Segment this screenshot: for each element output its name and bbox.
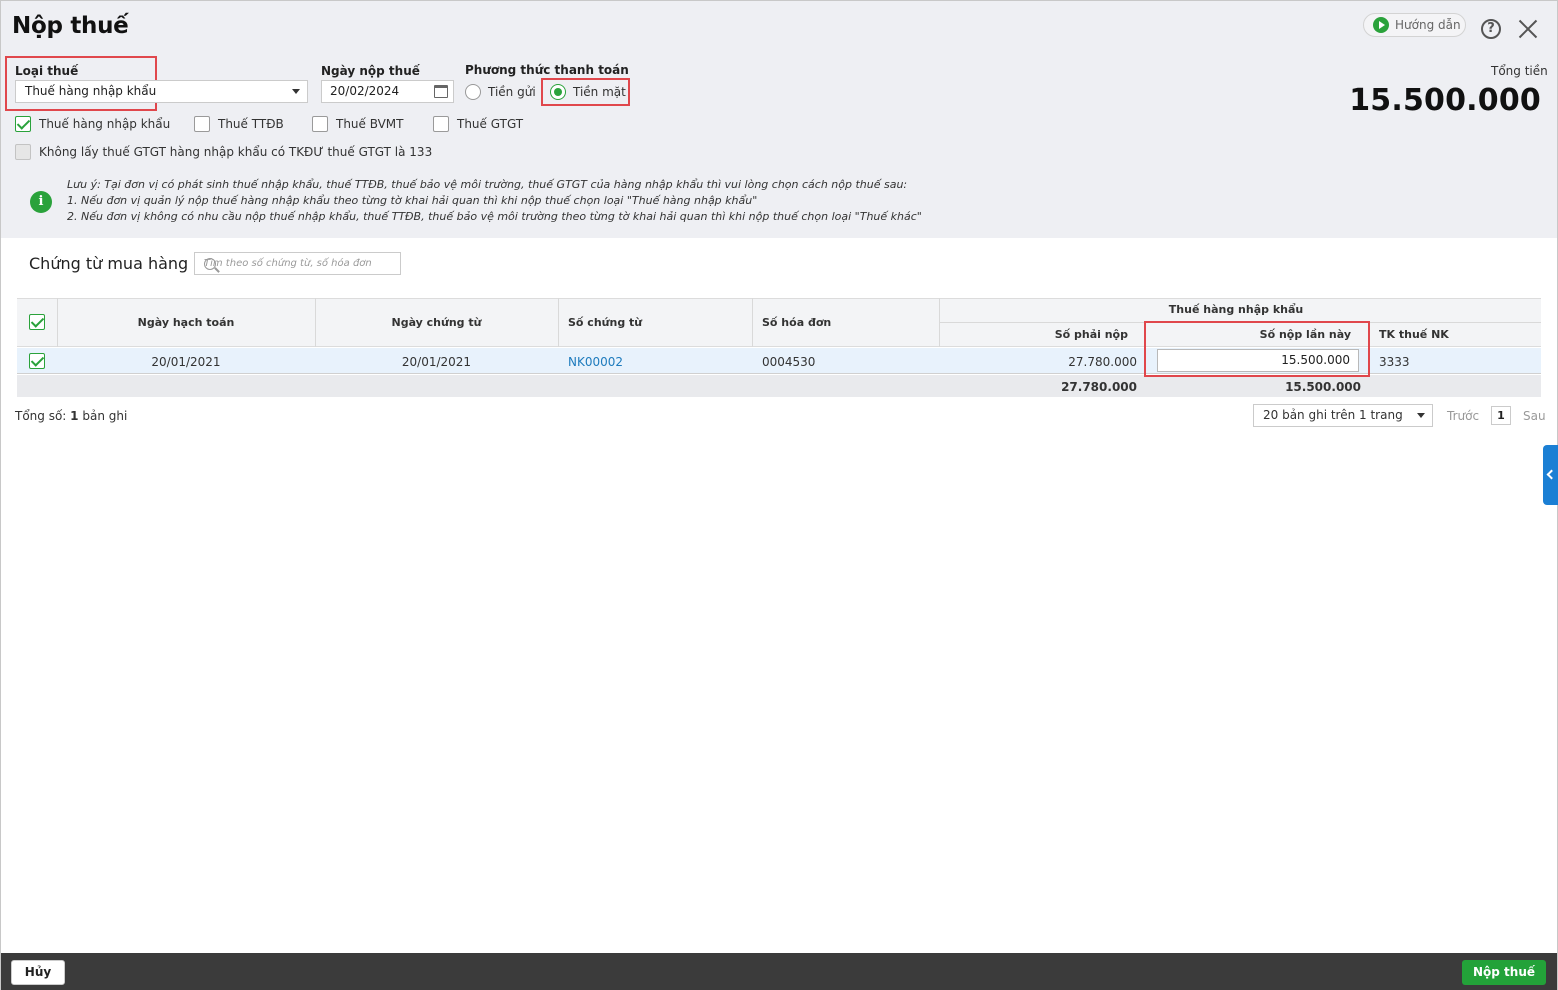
search-input[interactable]: Tìm theo số chứng từ, số hóa đơn bbox=[194, 252, 401, 275]
checkbox-special-tax[interactable] bbox=[194, 116, 210, 132]
cell-doc-no-link[interactable]: NK00002 bbox=[568, 355, 623, 369]
checkbox-exclude-vat-label[interactable]: Không lấy thuế GTGT hàng nhập khẩu có TK… bbox=[39, 145, 432, 159]
close-icon[interactable] bbox=[1517, 18, 1539, 40]
header-doc-date[interactable]: Ngày chứng từ bbox=[315, 316, 558, 329]
total-amount-now: 15.500.000 bbox=[1285, 380, 1361, 394]
pay-date-field[interactable]: 20/02/2024 bbox=[321, 80, 454, 103]
header-posting-date[interactable]: Ngày hạch toán bbox=[57, 316, 315, 329]
grid-divider bbox=[752, 298, 753, 347]
section-title: Chứng từ mua hàng bbox=[29, 254, 189, 273]
header-amount-due[interactable]: Số phải nộp bbox=[940, 328, 1128, 341]
note-line-2: 1. Nếu đơn vị quản lý nộp thuế hàng nhập… bbox=[67, 194, 758, 207]
search-icon[interactable] bbox=[204, 258, 216, 270]
form-panel: Nộp thuế Hướng dẫn ? Loại thuế Thuế hàng… bbox=[1, 1, 1557, 238]
note-line-3: 2. Nếu đơn vị không có nhu cầu nộp thuế … bbox=[67, 210, 922, 223]
checkbox-vat-label[interactable]: Thuế GTGT bbox=[457, 117, 523, 131]
prev-page-button[interactable]: Trước bbox=[1447, 409, 1479, 423]
chevron-down-icon bbox=[1417, 413, 1425, 418]
radio-bank-deposit[interactable] bbox=[465, 84, 481, 100]
info-icon: i bbox=[30, 191, 52, 213]
checkbox-env-tax[interactable] bbox=[312, 116, 328, 132]
tax-payment-dialog: Nộp thuế Hướng dẫn ? Loại thuế Thuế hàng… bbox=[0, 0, 1558, 990]
guide-button-label: Hướng dẫn bbox=[1395, 18, 1461, 32]
page-number-button[interactable]: 1 bbox=[1491, 406, 1511, 425]
play-icon bbox=[1373, 17, 1389, 33]
radio-bank-deposit-label[interactable]: Tiền gửi bbox=[488, 85, 536, 99]
help-icon[interactable]: ? bbox=[1481, 19, 1501, 39]
checkbox-vat[interactable] bbox=[433, 116, 449, 132]
note-line-1: Lưu ý: Tại đơn vị có phát sinh thuế nhập… bbox=[67, 178, 908, 191]
cell-doc-date: 20/01/2021 bbox=[401, 355, 472, 369]
cell-posting-date: 20/01/2021 bbox=[151, 355, 221, 369]
checkbox-import-tax[interactable] bbox=[15, 116, 31, 132]
guide-button[interactable]: Hướng dẫn bbox=[1363, 13, 1466, 37]
header-doc-no[interactable]: Số chứng từ bbox=[568, 316, 642, 329]
record-count-number: 1 bbox=[70, 409, 79, 423]
header-account[interactable]: TK thuế NK bbox=[1379, 328, 1449, 341]
checkbox-exclude-vat[interactable] bbox=[15, 144, 31, 160]
chevron-down-icon bbox=[292, 89, 300, 94]
note-text: Lưu ý: Tại đơn vị có phát sinh thuế nhập… bbox=[67, 177, 922, 225]
checkbox-special-tax-label[interactable]: Thuế TTĐB bbox=[218, 117, 284, 131]
tax-type-value: Thuế hàng nhập khẩu bbox=[25, 84, 157, 98]
tax-type-select[interactable]: Thuế hàng nhập khẩu bbox=[15, 80, 308, 103]
grid-divider bbox=[558, 298, 559, 347]
radio-cash-label[interactable]: Tiền mặt bbox=[573, 85, 626, 99]
submit-tax-button[interactable]: Nộp thuế bbox=[1462, 960, 1546, 985]
checkbox-import-tax-label[interactable]: Thuế hàng nhập khẩu bbox=[39, 117, 170, 131]
footer-bar: Hủy Nộp thuế bbox=[1, 953, 1557, 990]
row-checkbox[interactable] bbox=[29, 353, 45, 369]
cell-amount-due: 27.780.000 bbox=[1068, 355, 1137, 369]
record-count-suffix: bản ghi bbox=[78, 409, 128, 423]
cancel-button[interactable]: Hủy bbox=[11, 960, 65, 985]
next-page-button[interactable]: Sau bbox=[1523, 409, 1546, 423]
pay-date-value: 20/02/2024 bbox=[330, 84, 400, 98]
cell-account: 3333 bbox=[1379, 355, 1410, 369]
record-count: Tổng số: 1 bản ghi bbox=[15, 409, 127, 423]
payment-method-label: Phương thức thanh toán bbox=[465, 63, 629, 77]
highlight-amount-now bbox=[1144, 321, 1370, 377]
pay-date-label: Ngày nộp thuế bbox=[321, 64, 420, 78]
tax-type-label: Loại thuế bbox=[15, 64, 79, 78]
total-label: Tổng tiền bbox=[1491, 64, 1548, 78]
calendar-icon[interactable] bbox=[434, 85, 448, 98]
page-size-value: 20 bản ghi trên 1 trang bbox=[1263, 408, 1403, 422]
total-value: 15.500.000 bbox=[1349, 83, 1541, 118]
select-all-checkbox[interactable] bbox=[29, 314, 45, 330]
radio-cash[interactable] bbox=[550, 84, 566, 100]
page-size-select[interactable]: 20 bản ghi trên 1 trang bbox=[1253, 404, 1433, 427]
cell-invoice-no: 0004530 bbox=[762, 355, 816, 369]
record-count-prefix: Tổng số: bbox=[15, 409, 71, 423]
search-placeholder: Tìm theo số chứng từ, số hóa đơn bbox=[204, 258, 372, 269]
header-import-tax-group: Thuế hàng nhập khẩu bbox=[1168, 303, 1304, 316]
total-amount-due: 27.780.000 bbox=[1061, 380, 1137, 394]
checkbox-env-tax-label[interactable]: Thuế BVMT bbox=[336, 117, 404, 131]
side-panel-toggle[interactable] bbox=[1543, 445, 1558, 505]
header-invoice-no[interactable]: Số hóa đơn bbox=[762, 316, 831, 329]
page-title: Nộp thuế bbox=[12, 13, 129, 39]
